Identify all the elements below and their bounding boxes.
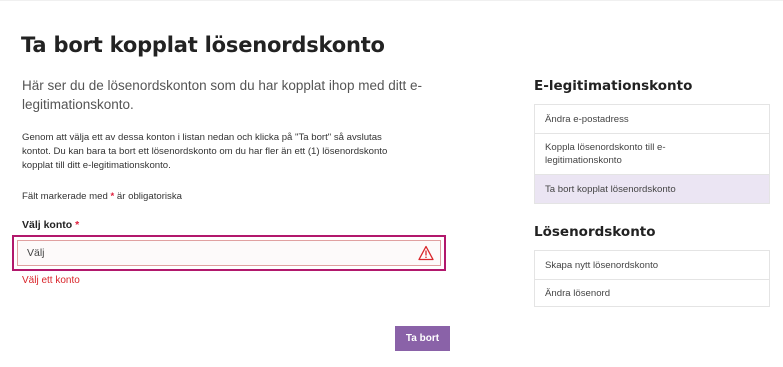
required-note-prefix: Fält markerade med: [22, 190, 108, 202]
account-select[interactable]: Välj: [17, 240, 441, 266]
account-select-error: Välj ett konto: [22, 275, 80, 286]
sidebar-heading-password-account: Lösenordskonto: [534, 224, 656, 240]
sidebar-item-label: Koppla lösenordskonto till e-legitimatio…: [545, 142, 666, 166]
intro-text: Här ser du de lösenordskonton som du har…: [22, 76, 422, 114]
warning-triangle-icon: [418, 245, 434, 261]
account-field-required-star: *: [75, 218, 80, 231]
sidebar-item-link-password-account[interactable]: Koppla lösenordskonto till e-legitimatio…: [535, 133, 769, 174]
required-star: *: [110, 190, 115, 202]
delete-button[interactable]: Ta bort: [395, 326, 450, 351]
top-divider: [0, 0, 783, 1]
description-text: Genom att välja ett av dessa konton i li…: [22, 131, 462, 174]
account-field-label: Välj konto *: [22, 219, 462, 231]
intro-text-content: Här ser du de lösenordskonton som du har…: [22, 78, 422, 112]
sidebar-item-label: Ändra lösenord: [545, 287, 611, 299]
description-line-1: Genom att välja ett av dessa konton i li…: [22, 132, 382, 143]
account-select-value: Välj: [27, 247, 45, 259]
required-fields-note: Fält markerade med * är obligatoriska: [22, 191, 462, 202]
sidebar-heading-e-legitimation: E-legitimationskonto: [534, 78, 693, 94]
sidebar-item-label: Ta bort kopplat lösenordskonto: [545, 183, 676, 195]
sidebar-item-change-email[interactable]: Ändra e-postadress: [535, 105, 769, 133]
account-field-label-text: Välj konto: [22, 218, 73, 231]
description-line-2: kontot. Du kan bara ta bort ett lösenord…: [22, 146, 388, 158]
page-title: Ta bort kopplat lösenordskonto: [21, 33, 385, 57]
account-select-highlight: Välj: [12, 235, 446, 271]
required-note-suffix: är obligatoriska: [116, 190, 182, 202]
sidebar-item-change-password[interactable]: Ändra lösenord: [535, 279, 769, 306]
description-line-3: kopplat till ditt e-legitimationskonto.: [22, 160, 171, 172]
main-content: Här ser du de lösenordskonton som du har…: [22, 76, 462, 231]
sidebar-item-label: Skapa nytt lösenordskonto: [545, 259, 659, 271]
sidebar-list-password-account: Skapa nytt lösenordskonto Ändra lösenord: [534, 250, 770, 307]
sidebar-list-e-legitimation: Ändra e-postadress Koppla lösenordskonto…: [534, 104, 770, 204]
sidebar-item-label: Ändra e-postadress: [545, 113, 629, 125]
sidebar-item-create-password-account[interactable]: Skapa nytt lösenordskonto: [535, 251, 769, 279]
sidebar: E-legitimationskonto Ändra e-postadress …: [534, 78, 770, 307]
sidebar-item-remove-linked-account[interactable]: Ta bort kopplat lösenordskonto: [535, 174, 769, 203]
